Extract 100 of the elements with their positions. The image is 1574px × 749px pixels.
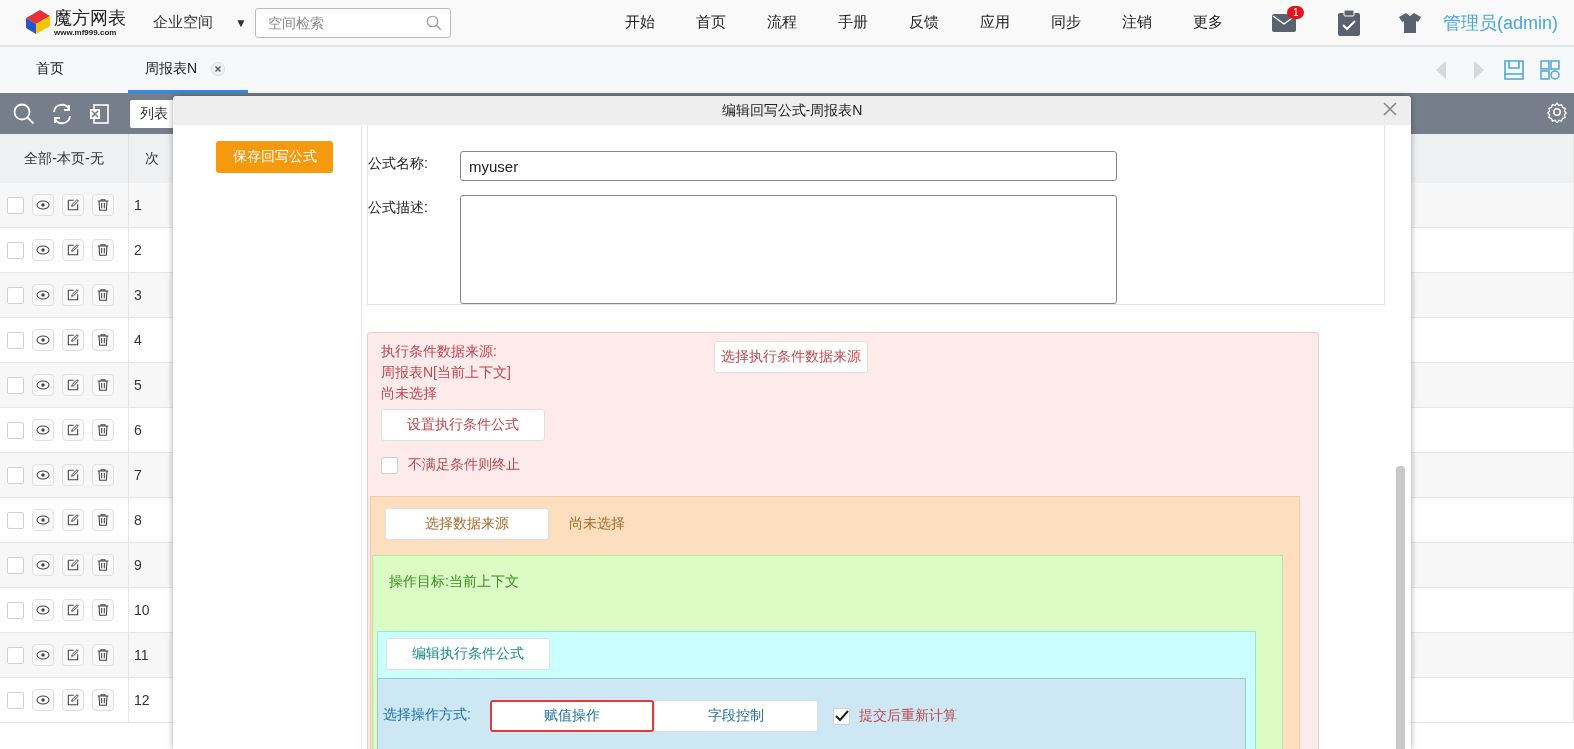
space-menu[interactable]: 企业空间 xyxy=(153,13,213,32)
edit-icon xyxy=(65,647,81,663)
eye-icon xyxy=(35,197,51,213)
row-checkbox[interactable] xyxy=(7,466,24,484)
nav-link[interactable]: 开始 xyxy=(624,13,696,32)
clipboard-icon[interactable] xyxy=(1337,9,1360,36)
checkbox-label: 不满足条件则终止 xyxy=(408,456,520,474)
edit-button[interactable] xyxy=(62,194,84,216)
row-checkbox[interactable] xyxy=(7,331,24,349)
name-input[interactable]: myuser xyxy=(460,151,1117,181)
view-button[interactable] xyxy=(32,554,54,576)
settings-icon xyxy=(1546,101,1568,123)
row-checkbox[interactable] xyxy=(7,286,24,304)
edit-icon xyxy=(65,602,81,618)
tab[interactable]: 首页 xyxy=(0,47,128,93)
operation-option[interactable]: 字段控制 xyxy=(654,700,818,732)
delete-button[interactable] xyxy=(92,644,114,666)
description-textarea[interactable] xyxy=(460,195,1117,304)
edit-button[interactable] xyxy=(62,329,84,351)
search-icon xyxy=(12,101,36,126)
shirt-icon[interactable] xyxy=(1398,12,1421,33)
edit-button[interactable] xyxy=(62,599,84,621)
delete-button[interactable] xyxy=(92,284,114,306)
delete-button[interactable] xyxy=(92,374,114,396)
view-button[interactable] xyxy=(32,239,54,261)
edit-button[interactable] xyxy=(62,509,84,531)
delete-button[interactable] xyxy=(92,554,114,576)
edit-icon xyxy=(65,287,81,303)
trash-icon xyxy=(95,692,111,708)
row-checkbox[interactable] xyxy=(7,421,24,439)
view-button[interactable] xyxy=(32,464,54,486)
notification-badge: 1 xyxy=(1286,5,1305,19)
checkbox[interactable] xyxy=(833,707,850,725)
edit-icon xyxy=(65,332,81,348)
dropdown-caret[interactable]: ▼ xyxy=(235,15,247,30)
view-button[interactable] xyxy=(32,329,54,351)
condition-text: 周报表N[当前上下文] xyxy=(381,363,512,382)
field-label: 公式描述: xyxy=(368,198,429,217)
set-condition-button[interactable]: 设置执行条件公式 xyxy=(381,409,545,441)
view-button[interactable] xyxy=(32,194,54,216)
target-text: 操作目标:当前上下文 xyxy=(389,573,519,589)
scrollbar[interactable] xyxy=(1396,466,1405,749)
nav-link[interactable]: 反馈 xyxy=(908,13,980,32)
delete-button[interactable] xyxy=(92,599,114,621)
row-checkbox[interactable] xyxy=(7,196,24,214)
checkbox[interactable] xyxy=(381,456,398,474)
nav-link[interactable]: 应用 xyxy=(979,13,1051,32)
row-checkbox[interactable] xyxy=(7,241,24,259)
operation-option[interactable]: 赋值操作 xyxy=(490,700,654,732)
row-checkbox[interactable] xyxy=(7,646,24,664)
edit-button[interactable] xyxy=(62,284,84,306)
edit-icon xyxy=(65,422,81,438)
eye-icon xyxy=(35,332,51,348)
view-button[interactable] xyxy=(32,689,54,711)
nav-link[interactable]: 手册 xyxy=(837,13,909,32)
delete-button[interactable] xyxy=(92,194,114,216)
view-button[interactable] xyxy=(32,419,54,441)
trash-icon xyxy=(95,197,111,213)
select-source-button[interactable]: 选择执行条件数据来源 xyxy=(714,341,868,373)
dialog-title: 编辑回写公式-周报表N xyxy=(721,101,863,120)
edit-button[interactable] xyxy=(62,419,84,441)
close-icon[interactable] xyxy=(211,61,226,76)
edit-button[interactable] xyxy=(62,644,84,666)
edit-formula-button[interactable]: 编辑执行条件公式 xyxy=(386,638,550,670)
view-button[interactable] xyxy=(32,599,54,621)
row-checkbox[interactable] xyxy=(7,691,24,709)
view-button[interactable] xyxy=(32,509,54,531)
nav-link[interactable]: 流程 xyxy=(766,13,838,32)
select-data-button[interactable]: 选择数据来源 xyxy=(385,508,549,540)
search-field[interactable]: 空间检索 xyxy=(254,7,451,38)
nav-link[interactable]: 首页 xyxy=(695,13,767,32)
delete-button[interactable] xyxy=(92,419,114,441)
eye-icon xyxy=(35,287,51,303)
edit-button[interactable] xyxy=(62,689,84,711)
edit-button[interactable] xyxy=(62,554,84,576)
edit-button[interactable] xyxy=(62,374,84,396)
edit-icon xyxy=(65,512,81,528)
status-text: 尚未选择 xyxy=(569,515,625,533)
trash-icon xyxy=(95,242,111,258)
edit-icon xyxy=(65,197,81,213)
delete-button[interactable] xyxy=(92,689,114,711)
delete-button[interactable] xyxy=(92,329,114,351)
nav-link[interactable]: 同步 xyxy=(1050,13,1122,32)
view-button[interactable] xyxy=(32,644,54,666)
row-checkbox[interactable] xyxy=(7,511,24,529)
delete-button[interactable] xyxy=(92,464,114,486)
edit-button[interactable] xyxy=(62,239,84,261)
view-button[interactable] xyxy=(32,284,54,306)
operation-label: 选择操作方式: xyxy=(383,705,472,724)
row-checkbox[interactable] xyxy=(7,376,24,394)
column-header[interactable]: 全部-本页-无 xyxy=(0,134,129,183)
nav-link[interactable]: 注销 xyxy=(1121,13,1193,32)
view-button[interactable] xyxy=(32,374,54,396)
row-checkbox[interactable] xyxy=(7,601,24,619)
row-checkbox[interactable] xyxy=(7,556,24,574)
trash-icon xyxy=(95,422,111,438)
nav-link[interactable]: 更多 xyxy=(1192,13,1264,32)
delete-button[interactable] xyxy=(92,509,114,531)
delete-button[interactable] xyxy=(92,239,114,261)
edit-button[interactable] xyxy=(62,464,84,486)
